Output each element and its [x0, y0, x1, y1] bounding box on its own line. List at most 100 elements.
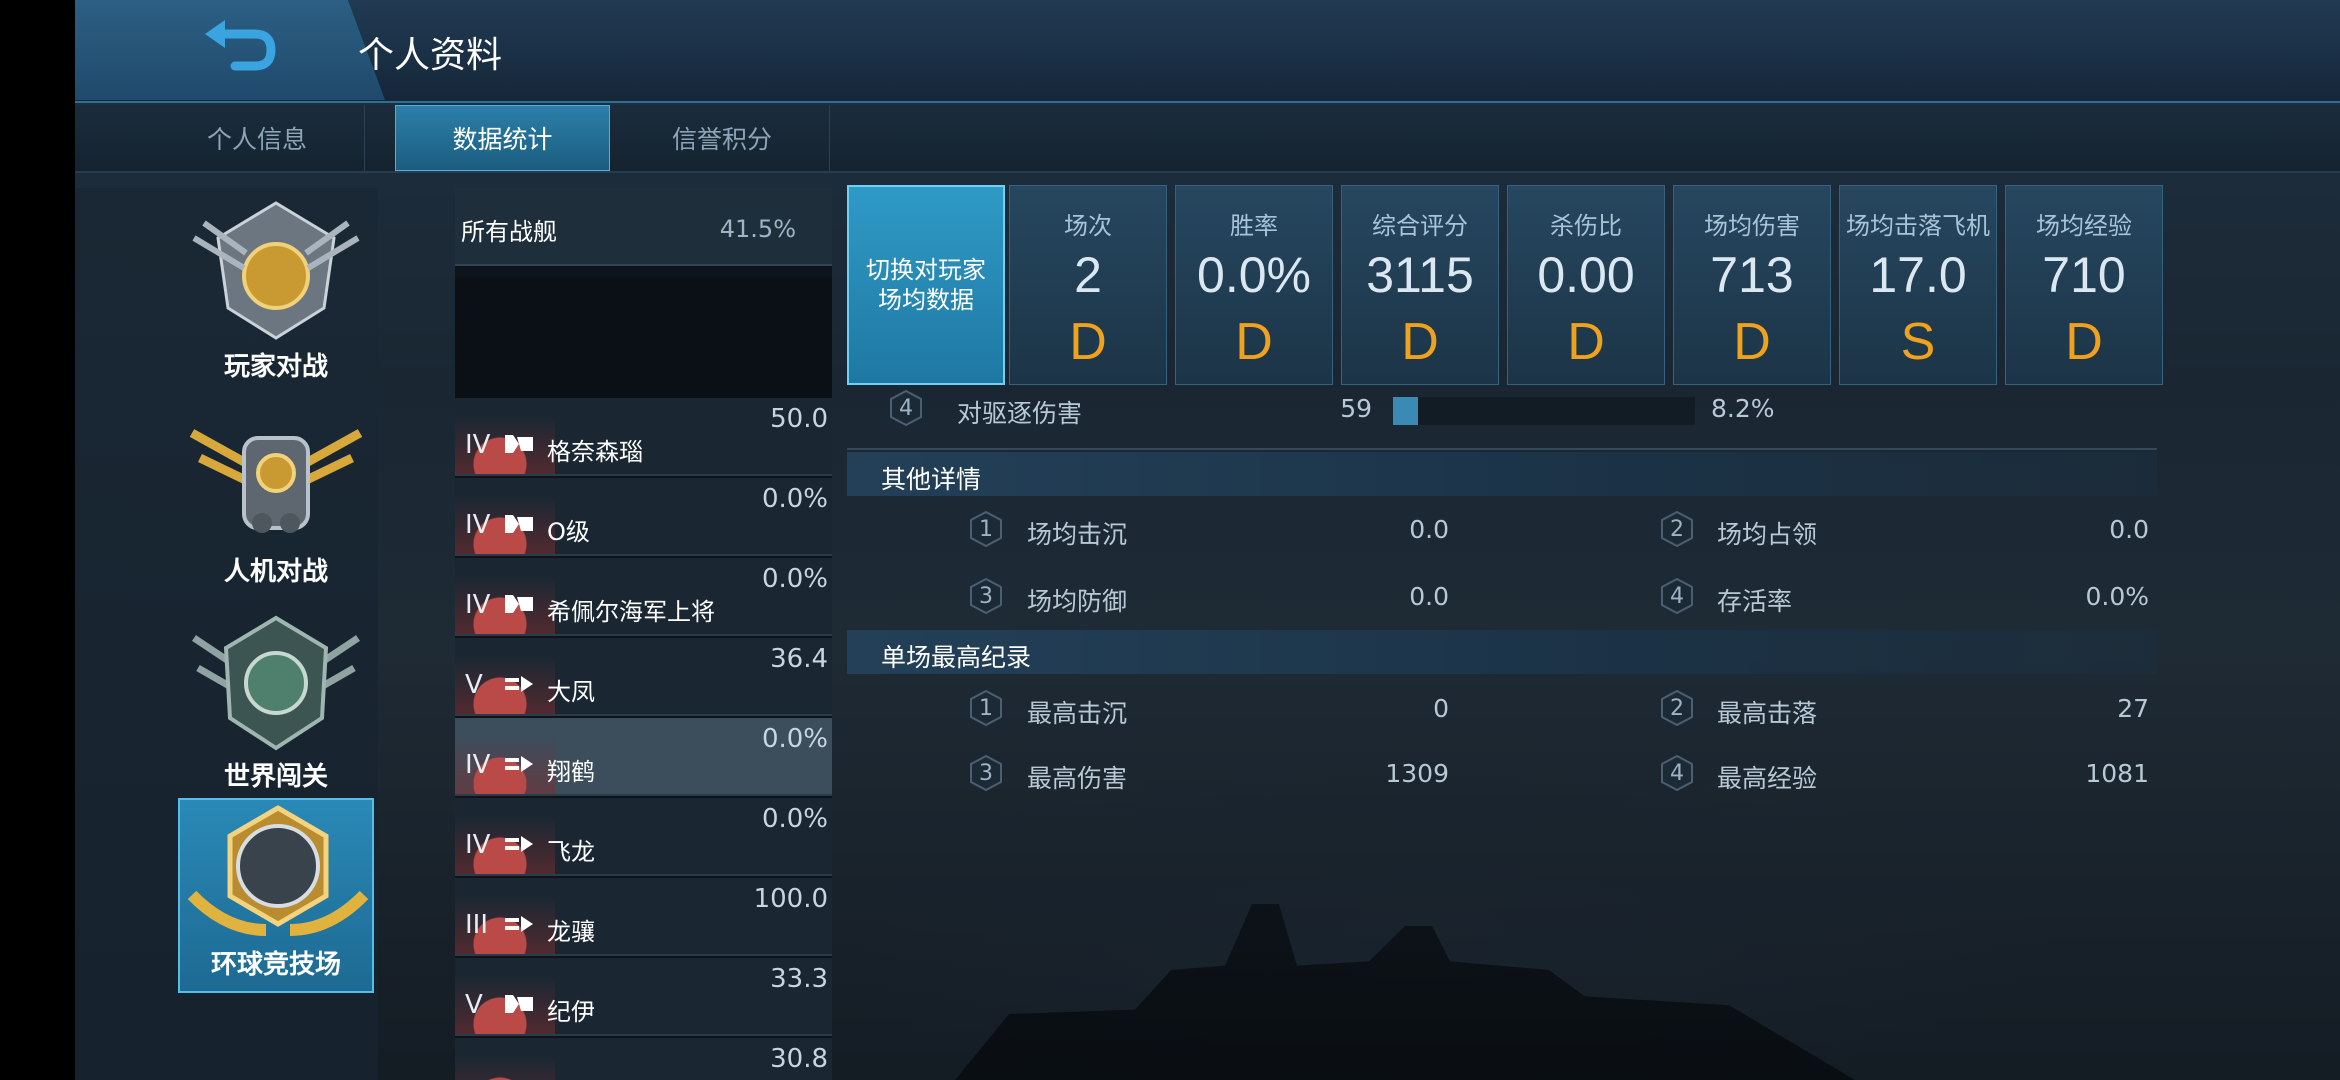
- ship-name: O级: [547, 518, 590, 546]
- ship-name: 格奈森瑙: [547, 438, 643, 466]
- record-value: 27: [2117, 694, 2149, 723]
- ship-tier: IV: [465, 590, 491, 620]
- stat-value: 17.0: [1869, 247, 1967, 303]
- stat-value: 3115: [1366, 247, 1474, 303]
- mode-world[interactable]: 世界闯关: [178, 608, 374, 803]
- ship-row[interactable]: 30.8: [455, 1038, 832, 1080]
- pvp-emblem-icon: [192, 201, 360, 340]
- tab-bar: 个人信息 数据统计 信誉积分: [75, 105, 2340, 173]
- mode-arena[interactable]: 环球竞技场: [178, 798, 374, 993]
- stat-grade: S: [1900, 313, 1936, 371]
- tab-credit-score[interactable]: 信誉积分: [615, 105, 830, 171]
- section-title: 其他详情: [881, 465, 982, 494]
- number-badge: 2: [1659, 510, 1695, 548]
- ship-tier: IV: [465, 430, 491, 460]
- detail-value: 0.0: [2109, 515, 2149, 544]
- ship-row[interactable]: IV 飞龙 0.0%: [455, 798, 832, 876]
- number-badge: 3: [968, 754, 1004, 792]
- damage-progress-fill: [1393, 397, 1418, 425]
- ship-row[interactable]: IV 希佩尔海军上将 0.0%: [455, 558, 832, 636]
- ship-value: 30.8: [770, 1044, 828, 1074]
- ship-name: 飞龙: [547, 838, 595, 866]
- detail-value: 0.0: [1409, 515, 1449, 544]
- ship-value: 0.0%: [761, 804, 828, 834]
- stat-label: 场均伤害: [1704, 212, 1800, 240]
- header: 个人资料: [75, 0, 2340, 103]
- stat-label: 场次: [1064, 212, 1112, 240]
- stat-card: 胜率 0.0% D: [1175, 185, 1333, 385]
- ship-value: 0.0%: [761, 564, 828, 594]
- detail-label: 存活率: [1717, 587, 1793, 616]
- nation-flag-icon: [455, 1056, 555, 1080]
- stat-label: 综合评分: [1372, 212, 1468, 240]
- ship-row[interactable]: III 龙骧 100.0: [455, 878, 832, 956]
- ship-value: 0.0%: [761, 484, 828, 514]
- section-title: 单场最高纪录: [881, 643, 1032, 672]
- number-badge-text: 4: [899, 396, 913, 421]
- tab-personal-info[interactable]: 个人信息: [150, 105, 365, 171]
- detail-value: 0.0%: [2085, 582, 2149, 611]
- stat-grade: D: [1567, 313, 1605, 371]
- mode-pve[interactable]: 人机对战: [178, 403, 374, 598]
- tab-statistics[interactable]: 数据统计: [395, 105, 610, 171]
- arena-emblem-icon: [187, 805, 369, 936]
- ship-row[interactable]: V 纪伊 33.3: [455, 958, 832, 1036]
- carrier-class-icon: [505, 756, 533, 772]
- number-badge: 1: [968, 510, 1004, 548]
- mode-label: 玩家对战: [223, 352, 328, 382]
- stat-label: 杀伤比: [1550, 212, 1622, 240]
- ship-name: 翔鹤: [547, 758, 595, 786]
- ship-row[interactable]: IV 格奈森瑙 50.0: [455, 398, 832, 476]
- stat-card: 场均伤害 713 D: [1673, 185, 1831, 385]
- damage-progress-bar: [1393, 397, 1695, 425]
- damage-row-value: 59: [1340, 394, 1372, 423]
- stat-grade: D: [2065, 313, 2103, 371]
- ship-tier: IV: [465, 510, 491, 540]
- record-label: 最高伤害: [1027, 764, 1128, 793]
- ship-value: 50.0: [770, 404, 828, 434]
- stat-grade: D: [1401, 313, 1439, 371]
- all-ships-row[interactable]: 所有战舰 41.5%: [455, 188, 832, 266]
- ship-tier: IV: [465, 750, 491, 780]
- ship-class-icon: [505, 595, 533, 613]
- mode-pvp[interactable]: 玩家对战: [178, 198, 374, 393]
- carrier-class-icon: [505, 676, 533, 692]
- ship-value: 33.3: [770, 964, 828, 994]
- ship-value: 100.0: [753, 884, 828, 914]
- page-title: 个人资料: [358, 35, 503, 76]
- stat-label: 场均击落飞机: [1846, 212, 1990, 240]
- ship-class-icon: [505, 435, 533, 453]
- ship-tier: IV: [465, 830, 491, 860]
- ship-name: 龙骧: [547, 918, 595, 946]
- mode-label: 世界闯关: [223, 762, 328, 792]
- ship-row[interactable]: V 大凤 36.4: [455, 638, 832, 716]
- detail-label: 场均防御: [1027, 587, 1128, 616]
- stat-value: 710: [2042, 247, 2126, 303]
- stat-card: 场均击落飞机 17.0 S: [1839, 185, 1997, 385]
- number-badge: 4: [1659, 577, 1695, 615]
- damage-row-percent: 8.2%: [1711, 394, 1775, 423]
- record-value: 1309: [1385, 759, 1449, 788]
- section-records: 单场最高纪录: [847, 630, 2157, 674]
- stat-grade: D: [1733, 313, 1771, 371]
- ship-class-icon: [505, 515, 533, 533]
- all-ships-value: 41.5%: [719, 215, 796, 243]
- detail-label: 场均击沉: [1027, 520, 1128, 549]
- ship-name: 纪伊: [547, 998, 595, 1026]
- ship-row-selected[interactable]: IV 翔鹤 0.0%: [455, 718, 832, 796]
- mode-nav: 玩家对战 人机对战 世界闯关 环球竞技场: [75, 188, 378, 1080]
- stat-grade: D: [1069, 313, 1107, 371]
- stat-card: 综合评分 3115 D: [1341, 185, 1499, 385]
- all-ships-label: 所有战舰: [461, 218, 557, 246]
- number-badge: 2: [1659, 689, 1695, 727]
- stat-value: 713: [1710, 247, 1794, 303]
- stat-card: 杀伤比 0.00 D: [1507, 185, 1665, 385]
- switch-average-data-button[interactable]: 切换对玩家场均数据: [847, 185, 1005, 385]
- ship-list[interactable]: 所有战舰 41.5% IV 格奈森瑙 50.0 IV O级 0.0% IV 希佩…: [455, 188, 832, 1080]
- number-badge-text: 3: [979, 584, 993, 609]
- number-badge-text: 4: [1670, 584, 1684, 609]
- number-badge-text: 2: [1670, 696, 1684, 721]
- ship-list-blank: [455, 278, 832, 398]
- back-button[interactable]: [195, 18, 285, 78]
- ship-row[interactable]: IV O级 0.0%: [455, 478, 832, 556]
